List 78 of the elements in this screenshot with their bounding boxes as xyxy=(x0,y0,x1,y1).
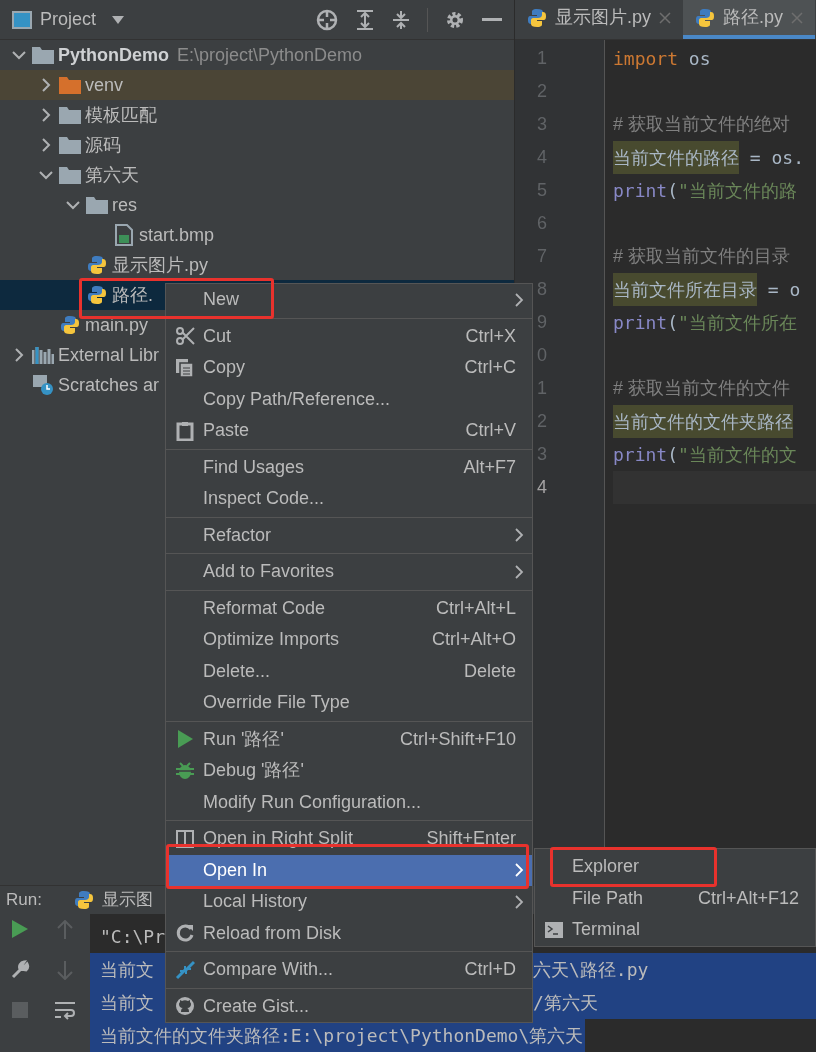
menu-item-label: Reload from Disk xyxy=(203,921,342,945)
menu-item-label: Terminal xyxy=(572,918,641,942)
console-text: /第六天 xyxy=(533,986,816,1019)
menu-item-label: Create Gist... xyxy=(203,994,310,1018)
item-label: 源码 xyxy=(85,133,121,157)
item-path: E:\project\PythonDemo xyxy=(177,43,363,67)
tab-label: 路径.py xyxy=(723,6,784,29)
console-text: "C:\Pr xyxy=(99,925,167,949)
line-number: 4 xyxy=(537,476,547,499)
code-token: # 获取当前文件的绝对 xyxy=(613,113,790,136)
menu-item-label: Paste xyxy=(203,419,250,443)
menu-item-label: Refactor xyxy=(203,523,272,547)
shortcut-label: Ctrl+V xyxy=(465,419,517,443)
shortcut-label: Ctrl+X xyxy=(465,324,517,348)
code-token: "当前文件的文 xyxy=(678,443,797,467)
menu-item-label: Compare With... xyxy=(203,958,334,982)
shortcut-label: Ctrl+Alt+L xyxy=(435,596,517,620)
tab-label: 显示图片.py xyxy=(555,6,651,29)
code-token: 当前文件的路径 xyxy=(613,141,739,174)
menu-item-label: Inspect Code... xyxy=(203,487,325,511)
item-label: 第六天 xyxy=(85,163,139,187)
item-label: main.py xyxy=(85,313,149,337)
code-token: "当前文件的路 xyxy=(678,179,797,203)
menu-item-label: Open in Right Split xyxy=(203,827,354,851)
shortcut-label: Delete xyxy=(463,659,517,683)
code-token: import xyxy=(613,47,679,71)
item-label: start.bmp xyxy=(139,223,215,247)
code-token: ( xyxy=(667,443,679,467)
code-token: # 获取当前文件的目录 xyxy=(613,245,790,268)
menu-item-label: Delete... xyxy=(203,659,271,683)
item-label: Scratches ar xyxy=(58,373,160,397)
menu-item-label: Reformat Code xyxy=(203,596,326,620)
code-token: ( xyxy=(667,179,679,203)
item-label: 路径. xyxy=(112,283,153,307)
console-text: 当前文件的文件夹路径:E:\project\PythonDemo\第六天 xyxy=(90,1019,586,1052)
item-label: PythonDemo xyxy=(58,43,169,67)
code-token: 当前文件的文件夹路径 xyxy=(613,405,793,438)
console-text: 六天\路径.py xyxy=(533,953,816,986)
console-text: 当前文 xyxy=(90,953,165,986)
shortcut-label: Shift+Enter xyxy=(426,827,517,851)
shortcut-label: Ctrl+C xyxy=(464,356,517,380)
item-label: 模板匹配 xyxy=(85,103,157,127)
shortcut-label: Ctrl+Shift+F10 xyxy=(399,727,517,751)
menu-item-label: Copy xyxy=(203,356,246,380)
menu-item-label: New xyxy=(203,288,239,312)
menu-item-label: Copy Path/Reference... xyxy=(203,387,391,411)
menu-item-label: Debug '路径' xyxy=(203,759,304,783)
item-label: res xyxy=(112,193,137,217)
code-token: print xyxy=(613,443,668,467)
code-token: ( xyxy=(667,311,679,335)
code-token: 当前文件所在目录 xyxy=(613,273,757,306)
shortcut-label: Alt+F7 xyxy=(463,455,517,479)
menu-item-label: Modify Run Configuration... xyxy=(203,790,422,814)
menu-item-label: Add to Favorites xyxy=(203,560,335,584)
menu-item-label: Local History xyxy=(203,890,308,914)
shortcut-label: Ctrl+Alt+O xyxy=(431,628,517,652)
menu-item-label: Override File Type xyxy=(203,691,350,715)
code-token: = os. xyxy=(748,146,805,170)
code-token: os xyxy=(687,47,711,71)
code-token: print xyxy=(613,311,668,335)
menu-item-label: Optimize Imports xyxy=(203,628,340,652)
menu-item-label: Explorer xyxy=(572,855,640,879)
console-text: 当前文 xyxy=(90,986,165,1019)
menu-item-label: Cut xyxy=(203,324,231,348)
shortcut-label: Ctrl+D xyxy=(464,958,517,982)
menu-item-label: Find Usages xyxy=(203,455,305,479)
code-token: = o xyxy=(766,278,801,302)
item-label: External Libr xyxy=(58,343,160,367)
item-label: 显示图片.py xyxy=(112,253,208,277)
shortcut-label: Ctrl+Alt+F12 xyxy=(697,886,800,910)
menu-item-label: Open In xyxy=(203,858,268,882)
item-label: venv xyxy=(85,73,124,97)
menu-item-label: Run '路径' xyxy=(203,727,284,751)
code-token: "当前文件所在 xyxy=(678,311,797,335)
run-label: Run: xyxy=(6,889,42,912)
code-token: print xyxy=(613,179,668,203)
menu-item-label: File Path xyxy=(572,886,644,910)
code-token: # 获取当前文件的文件 xyxy=(613,377,790,400)
